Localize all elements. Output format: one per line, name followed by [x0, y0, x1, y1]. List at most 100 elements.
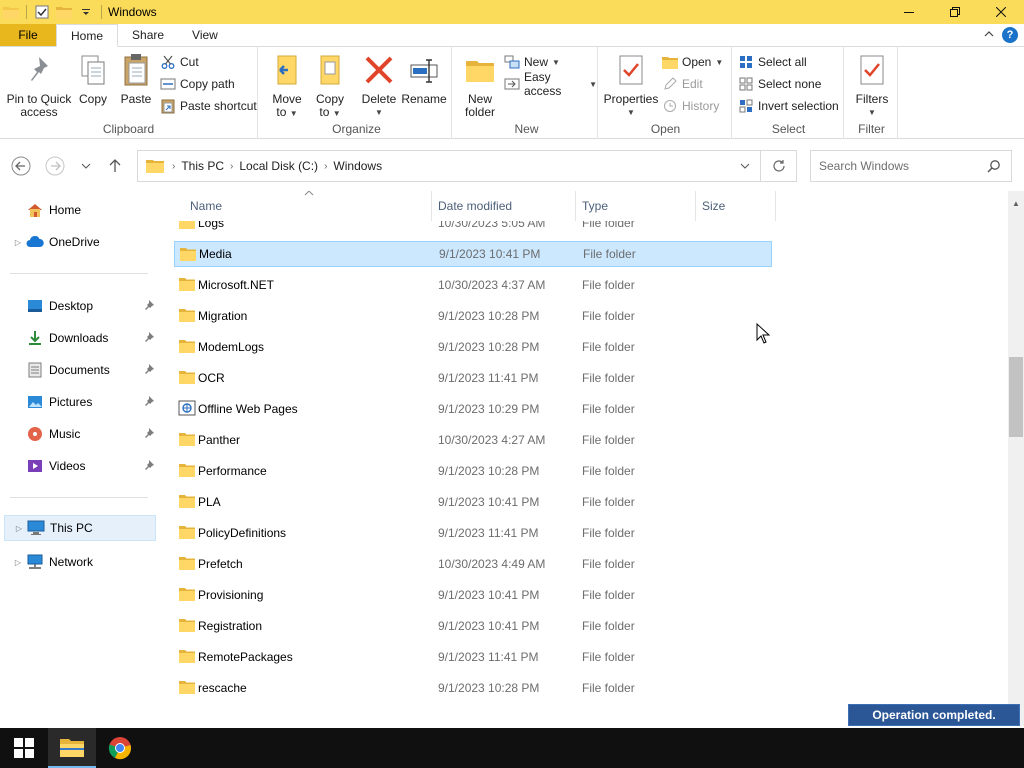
- computer-icon: [27, 520, 45, 536]
- filters-button[interactable]: Filters ▼: [852, 51, 892, 119]
- pin-icon[interactable]: [144, 395, 154, 409]
- table-row[interactable]: Migration 9/1/2023 10:28 PM File folder: [174, 303, 772, 329]
- pin-icon[interactable]: [144, 363, 154, 377]
- nav-item-onedrive[interactable]: ▷ OneDrive: [0, 229, 156, 255]
- table-row[interactable]: Offline Web Pages 9/1/2023 10:29 PM File f…: [174, 396, 772, 422]
- crumb-local-disk[interactable]: Local Disk (C:): [239, 159, 318, 173]
- properties-button[interactable]: Properties ▼: [604, 51, 658, 119]
- crumb-separator-icon[interactable]: ›: [230, 161, 233, 172]
- address-history-dropdown[interactable]: [730, 161, 760, 171]
- expand-chevron-icon[interactable]: ▷: [11, 524, 27, 533]
- nav-item-network[interactable]: ▷ Network: [0, 549, 156, 575]
- easy-access-button[interactable]: Easy access ▼: [504, 70, 597, 98]
- table-row[interactable]: RemotePackages 9/1/2023 11:41 PM File fold…: [174, 644, 772, 670]
- expand-chevron-icon[interactable]: ▷: [10, 238, 26, 247]
- open-button[interactable]: Open ▼: [662, 52, 723, 72]
- table-row[interactable]: Registration 9/1/2023 10:41 PM File folder: [174, 613, 772, 639]
- copy-button[interactable]: Copy: [74, 51, 112, 106]
- help-icon[interactable]: ?: [1002, 27, 1018, 43]
- nav-item-home[interactable]: Home: [0, 197, 156, 223]
- table-row[interactable]: Microsoft.NET 10/30/2023 4:37 AM File fold…: [174, 272, 772, 298]
- nav-item-desktop[interactable]: Desktop: [0, 293, 156, 319]
- column-header-size[interactable]: Size: [696, 191, 776, 221]
- table-row[interactable]: Media 9/1/2023 10:41 PM File folder: [174, 241, 772, 267]
- table-row[interactable]: Prefetch 10/30/2023 4:49 AM File folder: [174, 551, 772, 577]
- pin-icon[interactable]: [144, 427, 154, 441]
- address-bar[interactable]: › This PC › Local Disk (C:) › Windows: [137, 150, 797, 182]
- copy-to-button[interactable]: Copy to ▼: [310, 51, 350, 120]
- expand-chevron-icon[interactable]: ▷: [10, 558, 26, 567]
- move-to-icon: [270, 51, 304, 89]
- paste-shortcut-button[interactable]: Paste shortcut: [160, 96, 257, 116]
- tab-view[interactable]: View: [178, 24, 232, 46]
- edit-button[interactable]: Edit: [662, 74, 703, 94]
- recent-locations-button[interactable]: [74, 154, 98, 178]
- tab-home[interactable]: Home: [56, 24, 119, 47]
- tab-share[interactable]: Share: [118, 24, 178, 46]
- file-name: Registration: [198, 619, 263, 633]
- nav-item-this-pc[interactable]: ▷ This PC: [4, 515, 156, 541]
- new-item-button[interactable]: New ▼: [504, 52, 560, 72]
- refresh-button[interactable]: [760, 151, 796, 181]
- new-folder-quick-icon[interactable]: [53, 0, 75, 24]
- new-folder-button[interactable]: New folder: [460, 51, 500, 119]
- delete-button[interactable]: Delete ▼: [358, 51, 400, 119]
- up-button[interactable]: [103, 154, 127, 178]
- scroll-up-icon[interactable]: ▲: [1008, 195, 1024, 211]
- window-controls: [886, 0, 1024, 24]
- nav-item-documents[interactable]: Documents: [0, 357, 156, 383]
- title-separator: [26, 5, 27, 19]
- tab-file[interactable]: File: [0, 24, 56, 46]
- scroll-thumb[interactable]: [1009, 357, 1023, 437]
- vertical-scrollbar[interactable]: ▲ ▼: [1008, 191, 1024, 726]
- restore-button[interactable]: [932, 0, 978, 24]
- expand-ribbon-icon[interactable]: [984, 28, 994, 42]
- table-row[interactable]: PLA 9/1/2023 10:41 PM File folder: [174, 489, 772, 515]
- nav-item-videos[interactable]: Videos: [0, 453, 156, 479]
- videos-icon: [26, 458, 44, 474]
- customize-toolbar-icon[interactable]: [75, 0, 97, 24]
- back-button[interactable]: [9, 154, 33, 178]
- file-type: File folder: [582, 588, 635, 602]
- start-button[interactable]: [0, 728, 48, 768]
- column-header-name[interactable]: Name: [184, 191, 432, 221]
- crumb-separator-icon: ›: [172, 160, 176, 172]
- pin-icon[interactable]: [144, 331, 154, 345]
- close-button[interactable]: [978, 0, 1024, 24]
- pin-icon[interactable]: [144, 459, 154, 473]
- crumb-separator-icon[interactable]: ›: [324, 161, 327, 172]
- cut-button[interactable]: Cut: [160, 52, 199, 72]
- column-header-date[interactable]: Date modified: [432, 191, 576, 221]
- nav-item-downloads[interactable]: Downloads: [0, 325, 156, 351]
- table-row[interactable]: rescache 9/1/2023 10:28 PM File folder: [174, 675, 772, 701]
- select-none-button[interactable]: Select none: [738, 74, 821, 94]
- crumb-windows[interactable]: Windows: [333, 159, 382, 173]
- forward-button[interactable]: [43, 154, 67, 178]
- taskbar-file-explorer[interactable]: [48, 728, 96, 768]
- search-box[interactable]: [810, 150, 1012, 182]
- pin-to-quick-access-button[interactable]: Pin to Quick access: [6, 51, 72, 119]
- table-row[interactable]: OCR 9/1/2023 11:41 PM File folder: [174, 365, 772, 391]
- column-header-type[interactable]: Type: [576, 191, 696, 221]
- history-button[interactable]: History: [662, 96, 719, 116]
- crumb-this-pc[interactable]: This PC: [181, 159, 224, 173]
- taskbar-chrome[interactable]: [96, 728, 144, 768]
- minimize-button[interactable]: [886, 0, 932, 24]
- rename-button[interactable]: Rename: [401, 51, 447, 106]
- select-all-button[interactable]: Select all: [738, 52, 807, 72]
- pin-icon[interactable]: [144, 299, 154, 313]
- search-icon[interactable]: [987, 159, 1001, 176]
- table-row[interactable]: Provisioning 9/1/2023 10:41 PM File folder: [174, 582, 772, 608]
- search-input[interactable]: [819, 159, 979, 173]
- nav-item-music[interactable]: Music: [0, 421, 156, 447]
- table-row[interactable]: Performance 9/1/2023 10:28 PM File folder: [174, 458, 772, 484]
- table-row[interactable]: ModemLogs 9/1/2023 10:28 PM File folder: [174, 334, 772, 360]
- properties-quick-icon[interactable]: [31, 0, 53, 24]
- table-row[interactable]: PolicyDefinitions 9/1/2023 11:41 PM File f…: [174, 520, 772, 546]
- copy-path-button[interactable]: Copy path: [160, 74, 235, 94]
- invert-selection-button[interactable]: Invert selection: [738, 96, 839, 116]
- table-row[interactable]: Panther 10/30/2023 4:27 AM File folder: [174, 427, 772, 453]
- move-to-button[interactable]: Move to ▼: [266, 51, 308, 120]
- nav-item-pictures[interactable]: Pictures: [0, 389, 156, 415]
- paste-button[interactable]: Paste: [116, 51, 156, 106]
